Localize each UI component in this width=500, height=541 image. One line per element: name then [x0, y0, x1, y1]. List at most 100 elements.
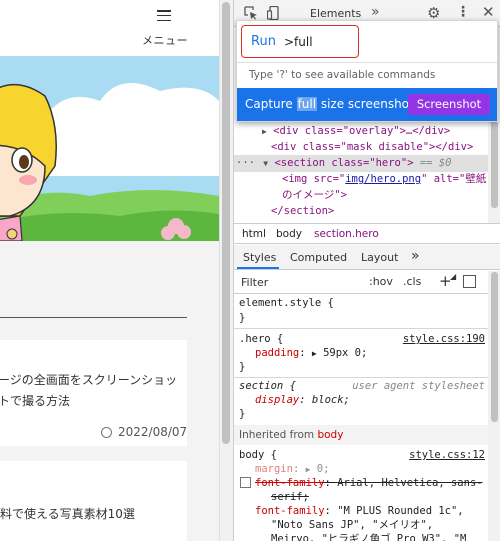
- tree-node[interactable]: ▶ <div class="overlay">…</div>: [262, 124, 450, 140]
- rule-source-link[interactable]: style.css:12: [409, 448, 485, 463]
- declaration-checkbox[interactable]: [240, 477, 251, 488]
- article-title[interactable]: ページの全画面をスクリーンショットで撮る方法: [0, 370, 185, 412]
- active-tab-indicator: [237, 267, 279, 269]
- command-menu: Run >full Type '?' to see available comm…: [236, 20, 498, 122]
- suggestion-category-badge: Screenshot: [408, 94, 490, 115]
- collapse-arrow-icon[interactable]: ▼: [263, 159, 268, 168]
- article-date: 2022/08/07: [118, 425, 188, 439]
- expand-arrow-icon[interactable]: ▶: [312, 349, 317, 358]
- selected-node-marker: == $0: [413, 157, 452, 169]
- article-card[interactable]: [0, 461, 187, 541]
- command-input[interactable]: Run >full: [241, 25, 359, 58]
- close-icon[interactable]: ✕: [482, 3, 495, 21]
- tree-node[interactable]: <img src="img/hero.png" alt="壁紙: [282, 172, 486, 188]
- tab-computed[interactable]: Computed: [290, 251, 347, 264]
- inherited-from-link[interactable]: body: [317, 429, 343, 441]
- divider: [237, 62, 497, 63]
- hero-illustration: [0, 56, 219, 241]
- property-value-continued: serif;: [271, 491, 309, 503]
- command-query[interactable]: >full: [284, 35, 313, 49]
- suggestion-text-part: Capture: [245, 97, 297, 111]
- property-name[interactable]: margin: [255, 463, 293, 475]
- tree-node-selected[interactable]: ··· ▼ <section class="hero"> == $0: [236, 156, 451, 172]
- property-name[interactable]: padding: [255, 347, 299, 359]
- suggestion-text: Capture full size screenshot: [245, 97, 414, 111]
- property-name: display: [255, 394, 300, 406]
- tree-node-text: <div class="overlay">…</div>: [273, 125, 451, 137]
- tree-node-text: <section class="hero">: [274, 157, 414, 169]
- inherited-label: Inherited from body: [239, 428, 343, 443]
- hero-image: [0, 56, 219, 241]
- rule-declaration[interactable]: padding: ▶ 59px 0;: [255, 346, 367, 362]
- img-src-link[interactable]: img/hero.png: [345, 173, 421, 185]
- rule-declaration[interactable]: font-family: "M PLUS Rounded 1c",: [255, 504, 464, 519]
- suggestion-text-part: size screenshot: [317, 97, 414, 111]
- command-prefix: Run: [251, 34, 276, 49]
- expand-arrow-icon[interactable]: ▶: [262, 127, 267, 136]
- command-hint: Type '?' to see available commands: [249, 69, 436, 81]
- tree-node[interactable]: <div class="mask disable"></div>: [271, 140, 473, 156]
- device-toolbar-icon[interactable]: [267, 6, 281, 20]
- tab-styles[interactable]: Styles: [243, 251, 276, 264]
- rule-declaration-overridden[interactable]: font-family: Arial, Helvetica, sans-: [255, 476, 483, 491]
- property-value[interactable]: Arial, Helvetica, sans-: [337, 477, 482, 489]
- property-value[interactable]: 59px 0;: [323, 347, 367, 359]
- property-value-continued: "Noto Sans JP", "メイリオ",: [271, 519, 434, 531]
- toggle-sidebar-icon[interactable]: [463, 275, 476, 288]
- property-value-continued: Meiryo, "ヒラギノ角ゴ Pro W3", "M: [271, 533, 467, 541]
- web-page: メニュー ページの全画面をスクリーンショットで撮る方法 2022/08/07 無…: [0, 0, 219, 541]
- more-tabs-button[interactable]: »: [371, 4, 380, 20]
- elements-tree: ▶ <div class="overlay">…</div> <div clas…: [234, 118, 500, 222]
- more-tabs-button[interactable]: »: [411, 248, 420, 264]
- tab-elements[interactable]: Elements: [310, 7, 361, 20]
- section-divider: [0, 317, 187, 318]
- tab-layout[interactable]: Layout: [361, 251, 398, 264]
- inherited-header: Inherited from body: [234, 425, 500, 445]
- rule-selector[interactable]: body {: [239, 448, 277, 463]
- breadcrumb-item[interactable]: body: [276, 228, 302, 240]
- breadcrumb-item-active[interactable]: section.hero: [314, 228, 379, 240]
- expand-arrow-icon[interactable]: ▶: [306, 465, 311, 474]
- breadcrumb-item[interactable]: html: [242, 228, 266, 240]
- class-toggle-button[interactable]: .cls: [403, 275, 421, 288]
- divider: [234, 377, 500, 378]
- styles-rules: element.style { } .hero { style.css:190 …: [234, 295, 500, 541]
- divider: [234, 328, 500, 329]
- rule-close: }: [239, 312, 246, 324]
- rule-selector[interactable]: .hero {: [239, 332, 283, 347]
- styles-filter-bar: Filter :hov .cls + ◢: [234, 271, 500, 294]
- hamburger-menu-icon[interactable]: [157, 10, 171, 22]
- rule-declaration: display: block;: [255, 394, 350, 406]
- styles-scrollbar-thumb[interactable]: [491, 272, 498, 422]
- inspect-element-icon[interactable]: [244, 6, 258, 20]
- rule-close: }: [239, 361, 246, 373]
- menu-label[interactable]: メニュー: [142, 32, 188, 48]
- property-value[interactable]: 0;: [317, 463, 330, 475]
- article-title[interactable]: 無料で使える写真素材10選: [0, 505, 175, 522]
- rule-close: }: [239, 408, 246, 420]
- breadcrumb: html body section.hero: [234, 223, 500, 244]
- styles-tab-bar: Styles Computed Layout »: [234, 245, 500, 270]
- property-value[interactable]: "M PLUS Rounded 1c",: [337, 505, 463, 517]
- rule-selector[interactable]: element.style {: [239, 296, 334, 311]
- page-scrollbar-thumb[interactable]: [222, 2, 230, 444]
- tree-node-continuation: のイメージ">: [282, 189, 347, 201]
- tree-node-text: <img src=": [282, 173, 346, 185]
- property-value: block;: [311, 394, 350, 406]
- rule-source-link[interactable]: style.css:190: [403, 332, 485, 347]
- rule-menu-arrow-icon[interactable]: ◢: [450, 272, 456, 281]
- rule-source: user agent stylesheet: [352, 380, 485, 392]
- inherited-label-text: Inherited from: [239, 429, 318, 441]
- tree-node[interactable]: </section>: [271, 204, 334, 220]
- suggestion-match-highlight: full: [296, 97, 318, 111]
- property-name[interactable]: font-family: [255, 477, 325, 489]
- filter-input[interactable]: Filter: [241, 276, 268, 289]
- property-name[interactable]: font-family: [255, 505, 325, 517]
- clock-icon: [101, 427, 112, 438]
- tree-node-text: " alt="壁紙: [421, 173, 487, 185]
- hover-state-button[interactable]: :hov: [369, 275, 393, 288]
- customize-menu-icon[interactable]: ⋮: [456, 4, 470, 20]
- node-actions-icon[interactable]: ···: [236, 157, 255, 169]
- rule-selector: section {: [239, 380, 296, 392]
- command-suggestion[interactable]: Capture full size screenshot Screenshot: [237, 88, 497, 121]
